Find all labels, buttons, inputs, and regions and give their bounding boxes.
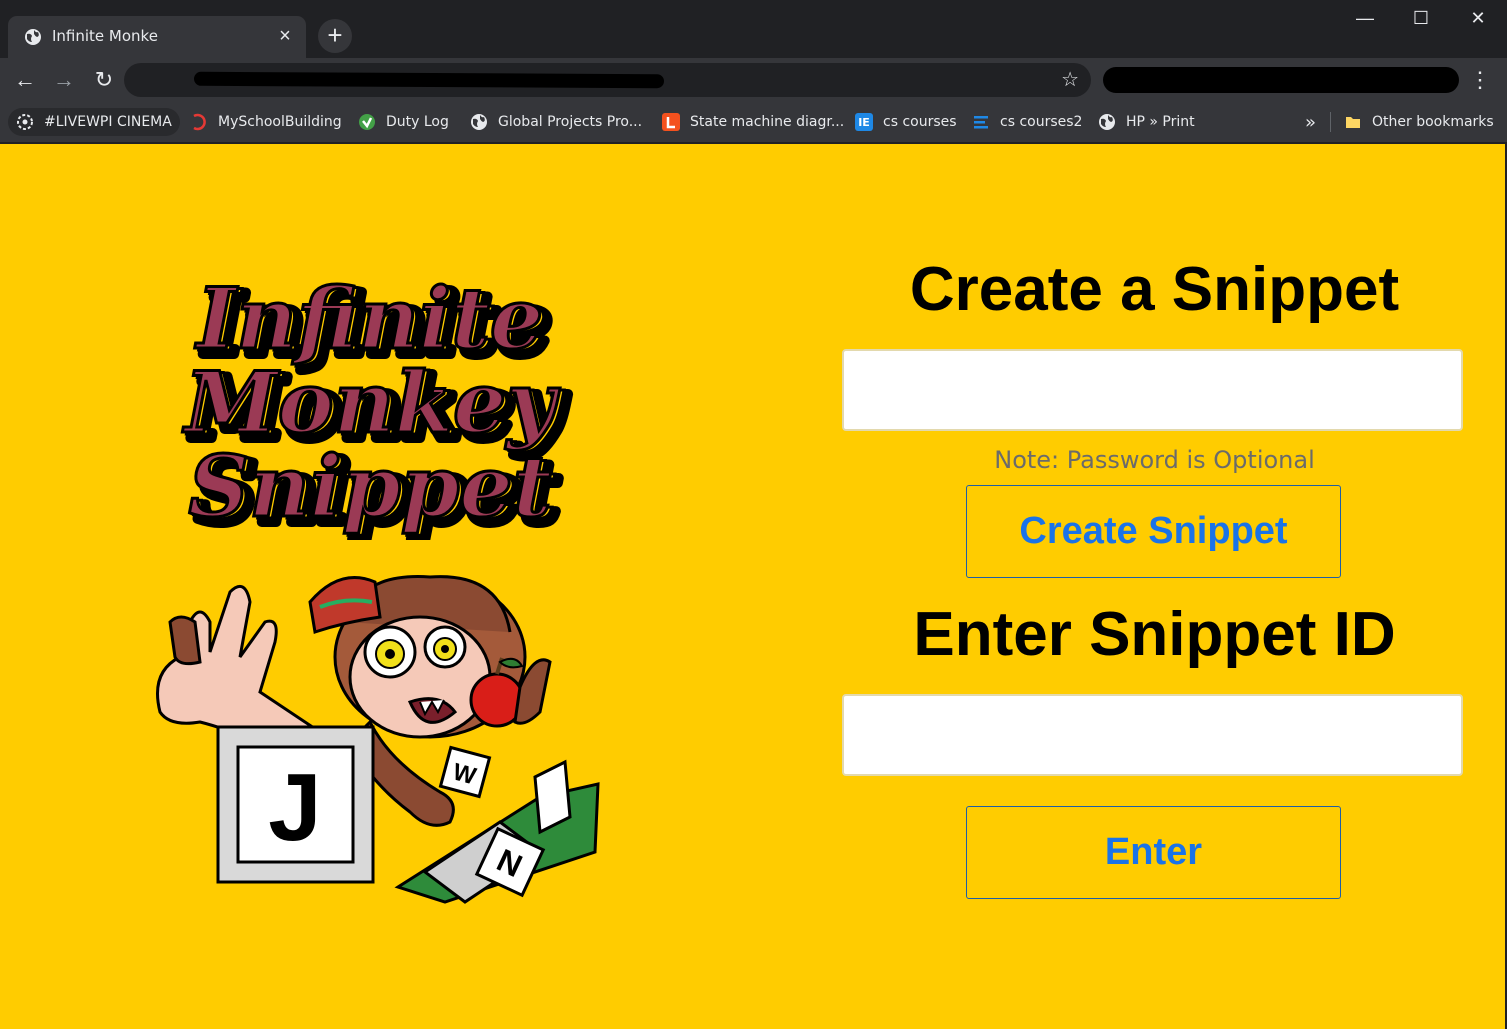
browser-tab[interactable]: Infinite Monke × xyxy=(8,16,306,58)
browser-toolbar: ← → ↻ ☆ ⋮ xyxy=(0,58,1507,102)
maximize-button[interactable]: ☐ xyxy=(1392,0,1450,36)
close-window-button[interactable]: ✕ xyxy=(1449,0,1507,36)
j-key-block: J xyxy=(216,725,375,884)
bookmark-cs-courses[interactable]: IE cs courses xyxy=(855,108,957,136)
svg-text:J: J xyxy=(268,754,321,861)
password-note: Note: Password is Optional xyxy=(994,446,1315,474)
globe-icon xyxy=(470,113,488,131)
enter-snippet-id-heading: Enter Snippet ID xyxy=(913,600,1396,669)
browser-menu-button[interactable]: ⋮ xyxy=(1468,64,1492,96)
reload-button[interactable]: ↻ xyxy=(88,64,120,96)
minimize-button[interactable]: — xyxy=(1336,0,1394,36)
create-snippet-heading: Create a Snippet xyxy=(909,255,1400,324)
redacted-extensions xyxy=(1103,67,1459,93)
forward-button[interactable]: → xyxy=(48,64,80,96)
myschoolbuilding-icon xyxy=(190,113,208,131)
new-tab-button[interactable]: + xyxy=(318,19,352,53)
bookmark-cs-courses2[interactable]: cs courses2 xyxy=(972,108,1082,136)
browser-titlebar: Infinite Monke × + — ☐ ✕ xyxy=(0,0,1507,58)
duty-log-icon xyxy=(358,113,376,131)
redacted-url xyxy=(193,71,665,89)
bookmark-duty-log[interactable]: Duty Log xyxy=(358,108,449,136)
svg-text:Snippet: Snippet xyxy=(188,437,551,536)
tab-title: Infinite Monke xyxy=(52,27,158,45)
bookmark-livewpi-cinema[interactable]: #LIVEWPI CINEMA xyxy=(8,108,180,136)
folder-icon xyxy=(1344,113,1362,131)
bookmarks-separator xyxy=(1330,112,1331,132)
snippet-id-input[interactable] xyxy=(842,694,1463,776)
address-bar[interactable]: ☆ xyxy=(124,63,1091,97)
page-content: Infinite Infinite Infinite Monkey Monkey… xyxy=(0,144,1507,1029)
back-button[interactable]: ← xyxy=(9,64,41,96)
bookmark-hp-print[interactable]: HP » Print xyxy=(1098,108,1195,136)
other-bookmarks-folder[interactable]: Other bookmarks xyxy=(1344,108,1494,136)
bookmark-state-machine[interactable]: State machine diagr... xyxy=(662,108,844,136)
tab-close-button[interactable]: × xyxy=(274,25,296,47)
bookmarks-overflow-button[interactable]: » xyxy=(1305,108,1316,136)
globe-icon xyxy=(1098,113,1116,131)
enter-button[interactable]: Enter xyxy=(966,806,1341,899)
bookmark-myschoolbuilding[interactable]: MySchoolBuilding xyxy=(190,108,342,136)
bookmark-global-projects[interactable]: Global Projects Pro... xyxy=(470,108,642,136)
livewpi-icon xyxy=(16,113,34,131)
state-machine-icon xyxy=(662,113,680,131)
bookmark-star-icon[interactable]: ☆ xyxy=(1061,67,1079,92)
globe-icon xyxy=(25,29,41,45)
list-icon xyxy=(972,113,990,131)
monkey-illustration: J W N xyxy=(156,575,600,904)
bookmarks-bar: #LIVEWPI CINEMA MySchoolBuilding Duty Lo… xyxy=(0,102,1507,142)
create-snippet-input[interactable] xyxy=(842,349,1463,431)
infinite-monkey-snippet-logo: Infinite Infinite Infinite Monkey Monkey… xyxy=(180,270,573,540)
create-snippet-button[interactable]: Create Snippet xyxy=(966,485,1341,578)
ie-icon: IE xyxy=(855,113,873,131)
